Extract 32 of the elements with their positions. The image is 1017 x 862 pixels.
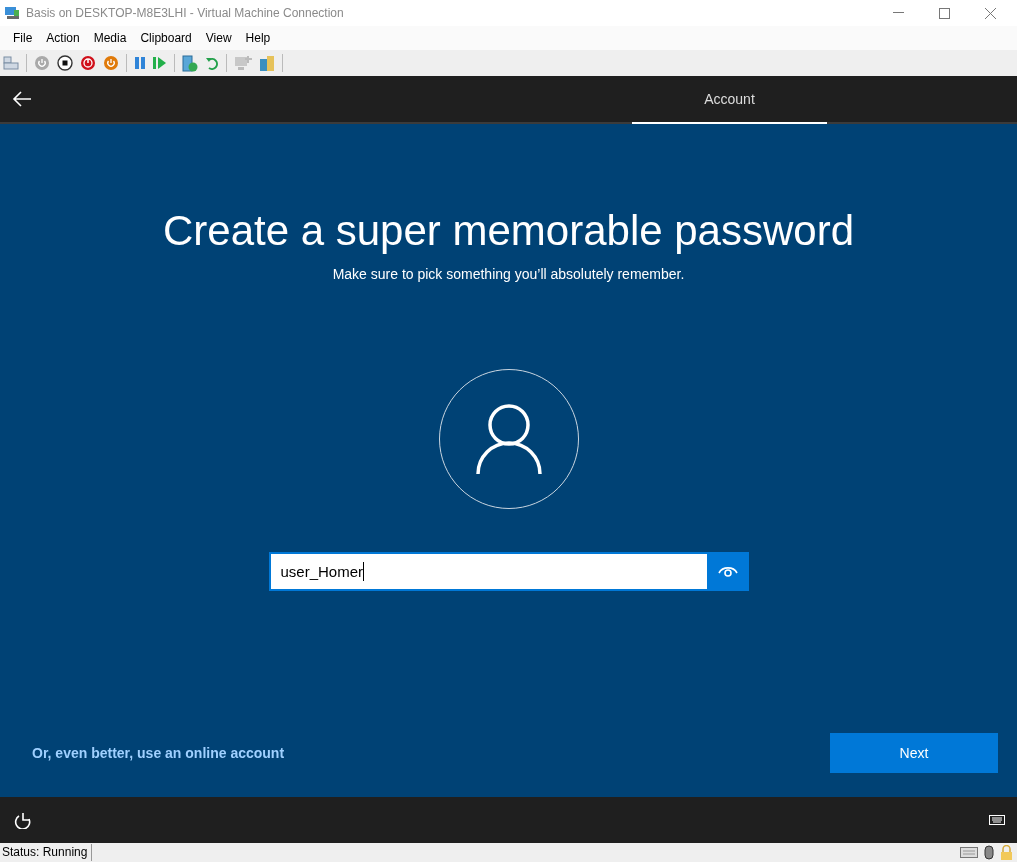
page-subheading: Make sure to pick something you’ll absolutely remember. [332, 266, 685, 282]
app-icon [4, 6, 20, 20]
menu-item[interactable]: Clipboard [133, 31, 199, 45]
menu-item[interactable]: Help [238, 31, 278, 45]
lock-icon [1000, 845, 1013, 860]
play-icon[interactable] [153, 56, 167, 70]
maximize-icon[interactable] [938, 7, 950, 19]
window-title: Basis on DESKTOP-M8E3LHI - Virtual Machine Connection [26, 6, 345, 20]
password-field[interactable]: user_Homer [268, 552, 707, 591]
status-text: Status: Running [0, 844, 93, 861]
page-heading: Create a super memorable password [163, 206, 854, 256]
keyboard-icon [960, 847, 978, 858]
mouse-icon [984, 845, 994, 860]
menu-item[interactable]: Action [39, 31, 87, 45]
accessibility-icon[interactable] [14, 811, 32, 829]
stop-icon[interactable] [57, 55, 73, 71]
power-icon[interactable] [103, 55, 119, 71]
eye-icon [717, 565, 738, 578]
online-account-link[interactable]: Or, even better, use an online account [32, 745, 285, 761]
close-icon[interactable] [984, 7, 996, 19]
next-button[interactable]: Next [830, 733, 998, 773]
back-arrow-icon[interactable] [12, 91, 32, 107]
keyboard-icon[interactable] [989, 815, 1005, 825]
revert-icon[interactable] [205, 56, 219, 70]
minimize-icon[interactable] [892, 12, 904, 14]
pause-icon[interactable] [134, 56, 146, 70]
menu-item[interactable]: Media [86, 31, 134, 45]
menu-item[interactable]: View [198, 31, 239, 45]
power-icon[interactable] [80, 55, 96, 71]
window-layout-icon[interactable] [3, 56, 19, 70]
menu-item[interactable]: File [6, 31, 40, 45]
reveal-password-button[interactable] [706, 552, 749, 591]
